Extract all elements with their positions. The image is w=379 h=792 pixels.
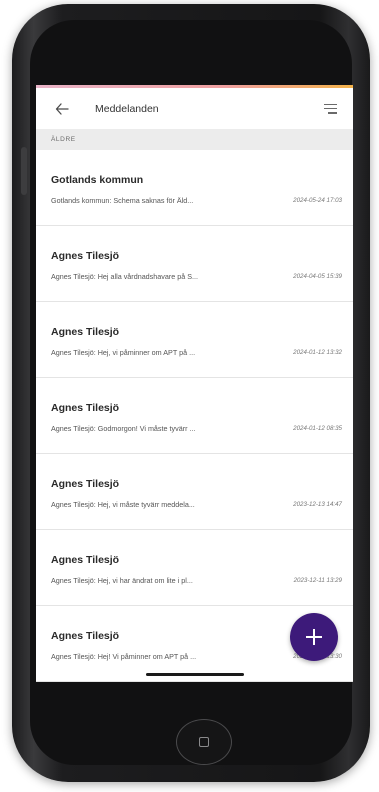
home-button-icon[interactable] [176, 719, 232, 765]
message-item[interactable]: Agnes Tilesjö Agnes Tilesjö: Hej, vi mås… [36, 454, 353, 530]
plus-icon [306, 629, 322, 645]
back-arrow-icon[interactable] [55, 102, 69, 115]
message-sender: Gotlands kommun [51, 174, 144, 186]
message-preview: Agnes Tilesjö: Godmorgon! Vi måste tyvär… [51, 424, 196, 433]
new-message-button[interactable] [290, 613, 338, 661]
message-preview: Agnes Tilesjö: Hej! Vi påminner om APT p… [51, 652, 197, 661]
message-preview: Agnes Tilesjö: Hej, vi har ändrat om lit… [51, 576, 193, 585]
message-sender: Agnes Tilesjö [51, 478, 120, 490]
app-screen: Meddelanden ÄLDRE Gotlands kommun Gotlan… [36, 85, 353, 682]
message-item[interactable]: Agnes Tilesjö Agnes Tilesjö: Hej, vi har… [36, 530, 353, 606]
message-sender: Agnes Tilesjö [51, 250, 120, 262]
menu-icon[interactable] [324, 103, 337, 114]
app-bar: Meddelanden [36, 88, 353, 129]
message-item[interactable]: Agnes Tilesjö Agnes Tilesjö: Hej alla vå… [36, 226, 353, 302]
phone-side-button [21, 147, 27, 195]
message-item[interactable]: Agnes Tilesjö Agnes Tilesjö: Hej, vi påm… [36, 302, 353, 378]
message-sender: Agnes Tilesjö [51, 554, 120, 566]
message-list: Gotlands kommun Gotlands kommun: Schema … [36, 150, 353, 682]
message-preview: Agnes Tilesjö: Hej alla vårdnadshavare p… [51, 272, 199, 281]
message-date: 2024-04-05 15:39 [293, 273, 342, 280]
message-preview: Gotlands kommun: Schema saknas för Äld..… [51, 196, 194, 205]
section-header: ÄLDRE [36, 129, 353, 150]
home-indicator[interactable] [146, 673, 244, 676]
message-item[interactable]: Agnes Tilesjö Agnes Tilesjö: Godmorgon! … [36, 378, 353, 454]
message-date: 2024-01-12 08:35 [293, 425, 342, 432]
home-button-square [199, 737, 209, 747]
message-sender: Agnes Tilesjö [51, 402, 120, 414]
page: Meddelanden ÄLDRE Gotlands kommun Gotlan… [0, 0, 379, 792]
message-date: 2024-05-24 17:03 [293, 197, 342, 204]
message-preview: Agnes Tilesjö: Hej, vi påminner om APT p… [51, 348, 196, 357]
message-preview: Agnes Tilesjö: Hej, vi måste tyvärr medd… [51, 500, 195, 509]
message-item[interactable]: Gotlands kommun Gotlands kommun: Schema … [36, 150, 353, 226]
message-date: 2023-12-11 13:29 [293, 577, 342, 584]
message-date: 2024-01-12 13:32 [293, 349, 342, 356]
message-date: 2023-12-13 14:47 [293, 501, 342, 508]
page-title: Meddelanden [95, 102, 159, 115]
message-sender: Agnes Tilesjö [51, 326, 120, 338]
